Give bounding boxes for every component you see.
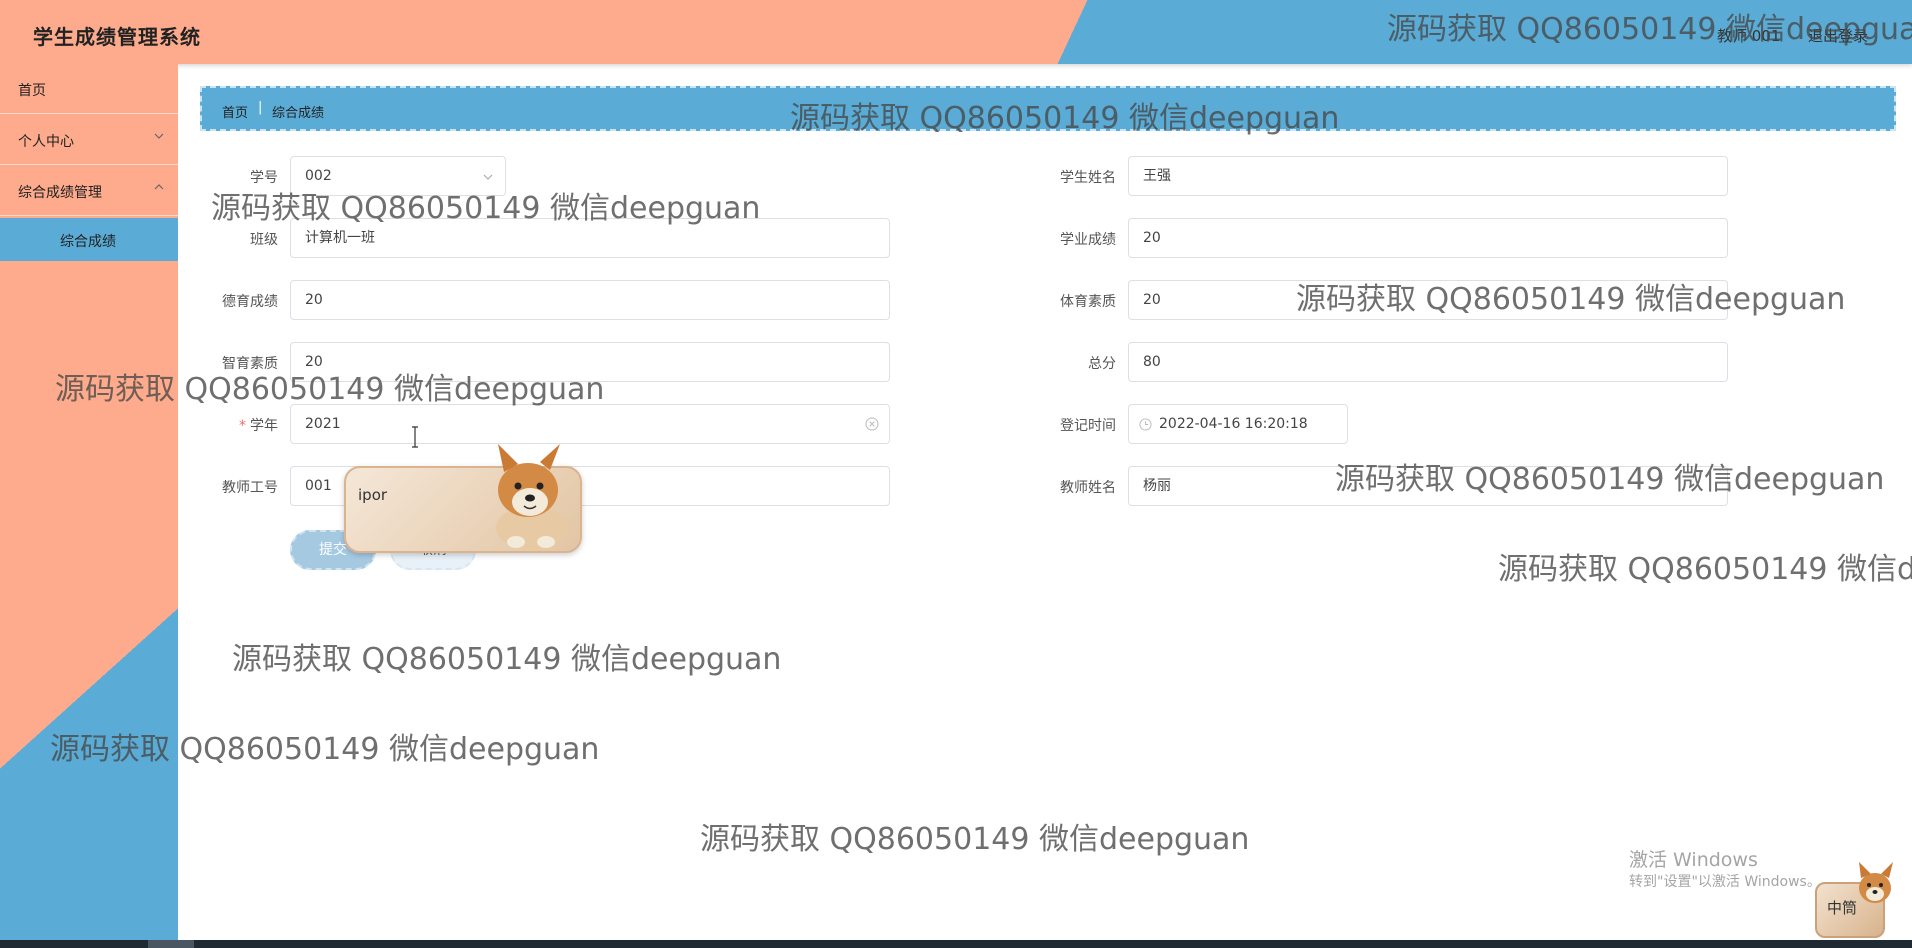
sports-quality-value: 20 xyxy=(1143,292,1161,308)
watermark-text: 源码获取 QQ86050149 微信deepguan xyxy=(700,822,1250,857)
ime-status-badge[interactable]: 中筒 xyxy=(1815,862,1893,938)
student-name-value: 王强 xyxy=(1143,168,1171,184)
sports-quality-label: 体育素质 xyxy=(1060,294,1116,310)
sidebar-item-home[interactable]: 首页 xyxy=(0,64,178,114)
breadcrumb-separator: | xyxy=(258,100,263,115)
clear-circle-icon[interactable] xyxy=(865,417,879,431)
sidebar-subitem-label: 综合成绩 xyxy=(60,234,116,250)
watermark-text: 源码获取 QQ86050149 微信deepguan xyxy=(50,732,600,767)
sidebar-item-label: 个人中心 xyxy=(18,134,74,150)
required-mark: * xyxy=(239,418,246,434)
shiba-dog-icon xyxy=(1859,862,1893,903)
sidebar-subitem-composite-score[interactable]: 综合成绩 xyxy=(0,218,178,261)
text-cursor-icon xyxy=(412,426,418,448)
total-score-value: 80 xyxy=(1143,354,1161,370)
moral-score-input[interactable]: 20 xyxy=(290,280,890,320)
breadcrumb-current: 综合成绩 xyxy=(272,106,325,121)
shiba-dog-image xyxy=(496,444,568,550)
watermark-text: 源码获取 QQ86050149 微信deepguan xyxy=(55,372,605,407)
windows-activation-title: 激活 Windows xyxy=(1629,849,1758,871)
total-score-label: 总分 xyxy=(1088,356,1116,372)
watermark-text: 源码获取 QQ86050149 微信deepguan xyxy=(1296,282,1846,317)
watermark-text: 源码获取 QQ86050149 微信deepguan xyxy=(1387,12,1912,47)
sidebar-item-score-management[interactable]: 综合成绩管理 xyxy=(0,166,178,216)
student-name-label: 学生姓名 xyxy=(1060,170,1116,186)
watermark-text: 源码获取 QQ86050149 微信deepguan xyxy=(1335,462,1885,497)
windows-activation-subtitle: 转到"设置"以激活 Windows。 xyxy=(1629,874,1821,890)
sidebar-item-personal-center[interactable]: 个人中心 xyxy=(0,115,178,165)
chevron-down-icon xyxy=(483,174,493,180)
watermark-text: 源码获取 QQ86050149 微信deepguan xyxy=(790,101,1340,136)
watermark-text: 源码获取 QQ86050149 微信deepguan xyxy=(232,642,782,677)
academic-score-input[interactable]: 20 xyxy=(1128,218,1728,258)
ime-composition-text: ipor xyxy=(358,486,388,504)
sidebar: 首页 个人中心 综合成绩管理 综合成绩 xyxy=(0,64,178,940)
moral-score-label: 德育成绩 xyxy=(222,294,278,310)
school-year-input[interactable]: 2021 xyxy=(290,404,890,444)
school-year-value: 2021 xyxy=(305,416,341,432)
ime-candidate-popup: ipor xyxy=(344,444,582,553)
app-title: 学生成绩管理系统 xyxy=(33,25,201,49)
teacher-name-value: 杨丽 xyxy=(1143,478,1171,494)
taskbar-item[interactable] xyxy=(148,940,194,948)
breadcrumb-home-link[interactable]: 首页 xyxy=(222,102,248,121)
class-value: 计算机一班 xyxy=(305,230,375,246)
academic-score-value: 20 xyxy=(1143,230,1161,246)
class-label: 班级 xyxy=(250,232,278,248)
watermark-text: 源码获取 QQ86050149 微信deepguan xyxy=(1498,552,1912,587)
sidebar-item-label: 综合成绩管理 xyxy=(18,185,102,201)
school-year-label-text: 学年 xyxy=(250,418,278,434)
watermark-text: 源码获取 QQ86050149 微信deepguan xyxy=(211,191,761,226)
register-time-value: 2022-04-16 16:20:18 xyxy=(1159,416,1308,432)
register-time-picker[interactable]: 2022-04-16 16:20:18 xyxy=(1128,404,1348,444)
total-score-input[interactable]: 80 xyxy=(1128,342,1728,382)
student-name-input[interactable]: 王强 xyxy=(1128,156,1728,196)
academic-score-label: 学业成绩 xyxy=(1060,232,1116,248)
student-id-value: 002 xyxy=(305,168,332,184)
moral-score-value: 20 xyxy=(305,292,323,308)
school-year-label: * 学年 xyxy=(158,415,278,435)
clock-icon xyxy=(1139,418,1152,431)
sidebar-item-label: 首页 xyxy=(18,83,46,99)
chevron-down-icon xyxy=(154,133,164,139)
teacher-name-label: 教师姓名 xyxy=(1060,480,1116,496)
taskbar xyxy=(0,940,1912,948)
teacher-id-value: 001 xyxy=(305,478,332,494)
register-time-label: 登记时间 xyxy=(1060,418,1116,434)
teacher-id-label: 教师工号 xyxy=(222,480,278,496)
